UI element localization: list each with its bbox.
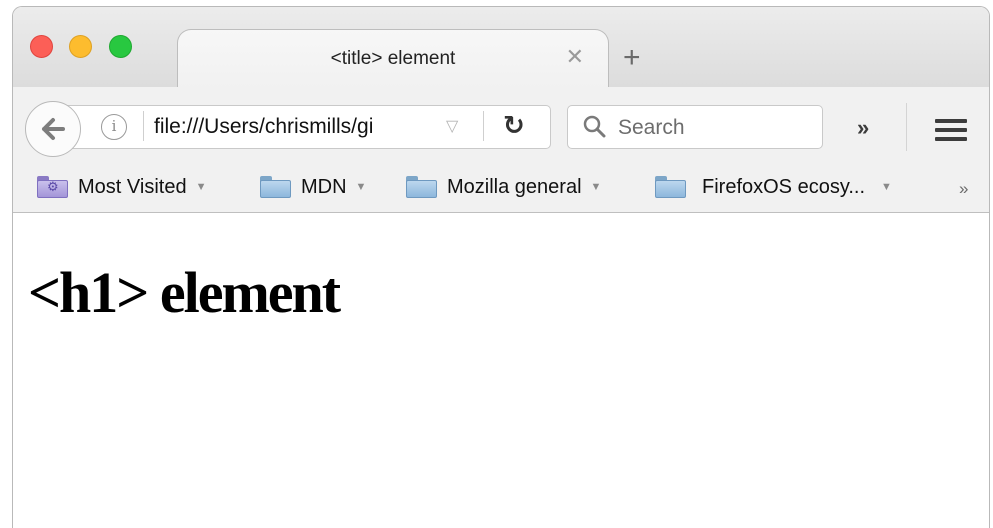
bookmark-label: MDN — [301, 175, 347, 198]
menu-icon[interactable] — [935, 119, 967, 141]
bookmarks-overflow-icon[interactable]: » — [959, 179, 969, 199]
reload-icon[interactable]: ↻ — [503, 111, 525, 141]
navigation-toolbar: i file:///Users/chrismills/gi ▽ ↻ Search… — [13, 87, 989, 161]
site-info-icon[interactable]: i — [101, 114, 127, 140]
url-text[interactable]: file:///Users/chrismills/gi — [154, 115, 446, 139]
url-history-dropdown-icon[interactable]: ▽ — [446, 116, 458, 136]
bookmark-firefoxos-ecosystem[interactable]: FirefoxOS ecosy... ▼ — [655, 173, 892, 201]
minimize-window-button[interactable] — [69, 35, 92, 58]
chevron-down-icon: ▼ — [881, 181, 892, 193]
bookmark-mdn[interactable]: MDN ▼ — [260, 173, 366, 201]
chevron-down-icon: ▼ — [590, 181, 602, 193]
most-visited-folder-icon — [37, 176, 68, 198]
zoom-window-button[interactable] — [109, 35, 132, 58]
search-icon — [583, 115, 606, 138]
url-separator — [483, 111, 484, 141]
bookmark-label: FirefoxOS ecosy... — [702, 175, 866, 198]
chevron-down-icon: ▼ — [195, 181, 207, 193]
close-window-button[interactable] — [30, 35, 53, 58]
search-input[interactable]: Search — [567, 105, 823, 149]
tab-strip: <title> element ✕ + — [13, 7, 989, 89]
folder-icon — [260, 176, 291, 198]
search-placeholder: Search — [618, 116, 685, 139]
folder-icon — [406, 176, 437, 198]
toolbar-overflow-icon[interactable]: » — [857, 115, 869, 141]
new-tab-button[interactable]: + — [623, 43, 641, 73]
bookmark-label: Most Visited — [78, 175, 187, 198]
back-button[interactable] — [25, 101, 81, 157]
back-arrow-icon — [42, 118, 65, 140]
url-separator — [143, 111, 144, 141]
bookmark-label: Mozilla general — [447, 175, 582, 198]
page-content: <h1> element — [13, 213, 989, 528]
bookmarks-toolbar: Most Visited ▼ MDN ▼ Mozilla general ▼ F… — [13, 161, 989, 213]
folder-icon — [655, 176, 686, 198]
chevron-down-icon: ▼ — [355, 181, 367, 193]
bookmark-most-visited[interactable]: Most Visited ▼ — [37, 173, 206, 201]
page-heading: <h1> element — [28, 260, 341, 325]
tab-active[interactable]: <title> element ✕ — [177, 29, 609, 89]
browser-window: <title> element ✕ + i file:///Users/chri… — [12, 6, 990, 528]
bookmark-mozilla-general[interactable]: Mozilla general ▼ — [406, 173, 601, 201]
close-tab-icon[interactable]: ✕ — [566, 44, 584, 70]
tab-title: <title> element — [330, 48, 456, 69]
toolbar-separator — [906, 103, 907, 151]
